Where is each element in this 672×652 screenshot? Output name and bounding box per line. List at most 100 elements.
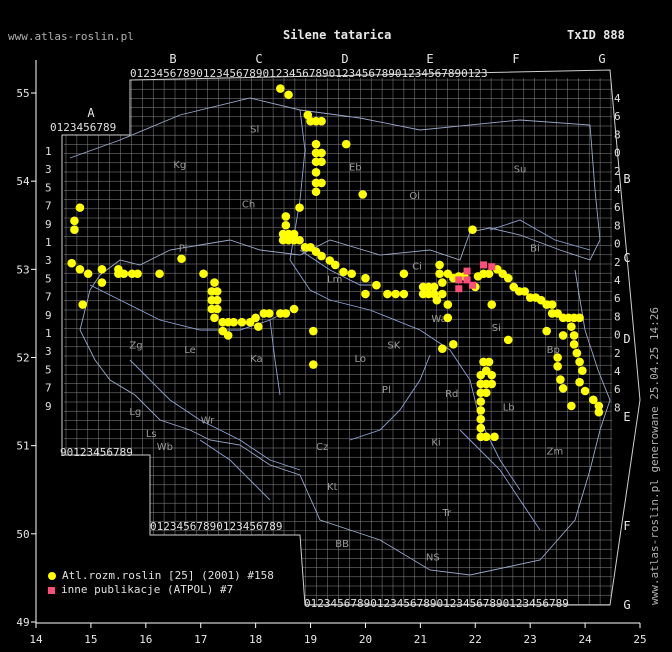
region-label: Ls (146, 429, 157, 440)
river (199, 439, 271, 501)
occurrence-points (67, 84, 604, 442)
region-label: Sl (250, 125, 259, 136)
region-label: Cz (316, 442, 328, 453)
occurrence-point-atpol (469, 281, 477, 289)
left-digit: 7 (45, 200, 52, 213)
x-tick-label: 14 (29, 633, 43, 646)
occurrence-point-atlas (580, 386, 590, 396)
occurrence-point-atlas (558, 384, 568, 393)
site-url[interactable]: www.atlas-roslin.pl (8, 30, 134, 43)
occurrence-point-atlas (435, 260, 444, 270)
y-tick-label: 50 (16, 528, 29, 541)
occurrence-point-atlas (503, 273, 513, 283)
occurrence-point-atlas (481, 432, 491, 442)
occurrence-point-atpol (455, 276, 463, 284)
region-label: Pi (179, 244, 188, 255)
occurrence-point-atlas (503, 335, 513, 345)
right-digit: 2 (614, 256, 621, 269)
occurrence-point-atlas (542, 326, 551, 336)
occurrence-point-atlas (284, 90, 293, 100)
occurrence-point-atlas (341, 139, 351, 149)
region-label: Pl (382, 385, 391, 396)
occurrence-point-atlas (468, 225, 477, 234)
occurrence-point-atlas (75, 203, 85, 212)
bottom-digit-strip-a: 01234567890123456789 (150, 520, 282, 533)
atpol-letter: B (169, 52, 176, 66)
occurrence-point-atlas (575, 313, 584, 323)
occurrence-point-atlas (487, 300, 497, 309)
x-tick-label: 20 (359, 633, 372, 646)
occurrence-point-atlas (487, 370, 497, 380)
occurrence-point-atlas (476, 423, 486, 433)
occurrence-point-atlas (575, 377, 584, 387)
x-tick-label: 23 (524, 633, 537, 646)
region-label: Zg (129, 341, 142, 352)
right-digit: 6 (614, 110, 621, 123)
occurrence-point-atlas (311, 187, 321, 197)
occurrence-point-atlas (339, 267, 348, 277)
right-digit: 4 (614, 92, 621, 105)
y-tick-label: 53 (16, 263, 29, 276)
occurrence-point-atpol (488, 263, 496, 271)
y-tick-label: 51 (16, 440, 29, 453)
top-digit-strip: 0123456789012345678901234567890123456789… (130, 67, 488, 80)
occurrence-point-atlas (438, 278, 447, 287)
occurrence-point-atlas (558, 331, 568, 340)
occurrence-point-atlas (578, 366, 587, 376)
right-digit: 6 (614, 383, 621, 396)
atpol-letter: D (623, 332, 630, 346)
legend-label: inne publikacje (ATPOL) #7 (61, 583, 234, 596)
occurrence-point-atlas (330, 260, 340, 270)
occurrence-point-atlas (476, 397, 486, 406)
occurrence-point-atlas (569, 339, 579, 349)
right-digit: 8 (614, 401, 621, 414)
generated-note: www.atlas-roslin.pl generowane 25.04.25 … (648, 306, 661, 605)
occurrence-point-atlas (481, 388, 491, 398)
atpol-letter: F (623, 519, 630, 533)
region-label: Rd (445, 389, 458, 400)
occurrence-point-atlas (443, 313, 453, 323)
occurrence-point-atlas (237, 317, 247, 327)
region-label: Ol (409, 191, 420, 202)
occurrence-point-atlas (210, 278, 219, 287)
occurrence-point-atlas (317, 178, 326, 188)
occurrence-point-atlas (295, 203, 304, 212)
region-label: Kg (173, 160, 186, 171)
region-label: BB (335, 539, 349, 550)
left-digit: 5 (45, 181, 52, 194)
top-digit-strip-a: 0123456789 (50, 121, 116, 134)
region-label: Su (514, 164, 527, 175)
region-label: Lg (129, 407, 141, 418)
occurrence-point-atlas (70, 216, 79, 226)
region-label: Lo (354, 354, 366, 365)
occurrence-point-atlas (311, 168, 321, 177)
right-digit: 8 (614, 219, 621, 232)
atpol-letter: B (623, 172, 630, 186)
left-digit: 9 (45, 400, 52, 413)
occurrence-point-atlas (399, 269, 409, 279)
left-digit: 5 (45, 363, 52, 376)
legend-item-atlas: Atl.rozm.roslin [25] (2001) #158 (48, 569, 274, 582)
occurrence-point-atlas (317, 251, 326, 261)
occurrence-point-atlas (484, 357, 494, 367)
occurrence-point-atlas (567, 401, 576, 411)
right-digit: 8 (614, 128, 621, 141)
occurrence-point-atlas (276, 84, 285, 93)
y-tick-label: 55 (16, 87, 29, 100)
occurrence-point-atlas (155, 269, 164, 279)
x-tick-label: 19 (304, 633, 317, 646)
occurrence-point-atlas (83, 269, 93, 279)
x-tick-label: 24 (578, 633, 592, 646)
right-digit: 4 (614, 274, 621, 287)
right-digit: 2 (614, 347, 621, 360)
left-digit: 3 (45, 163, 52, 176)
occurrence-point-atpol (455, 285, 463, 293)
left-digit: 7 (45, 291, 52, 304)
occurrence-point-atlas (223, 331, 233, 340)
occurrence-point-atlas (438, 344, 447, 353)
occurrence-point-atlas (97, 278, 107, 287)
right-digit: 4 (614, 365, 621, 378)
occurrence-point-atlas (476, 370, 486, 380)
occurrence-point-atlas (317, 157, 326, 167)
occurrence-point-atlas (361, 273, 370, 283)
